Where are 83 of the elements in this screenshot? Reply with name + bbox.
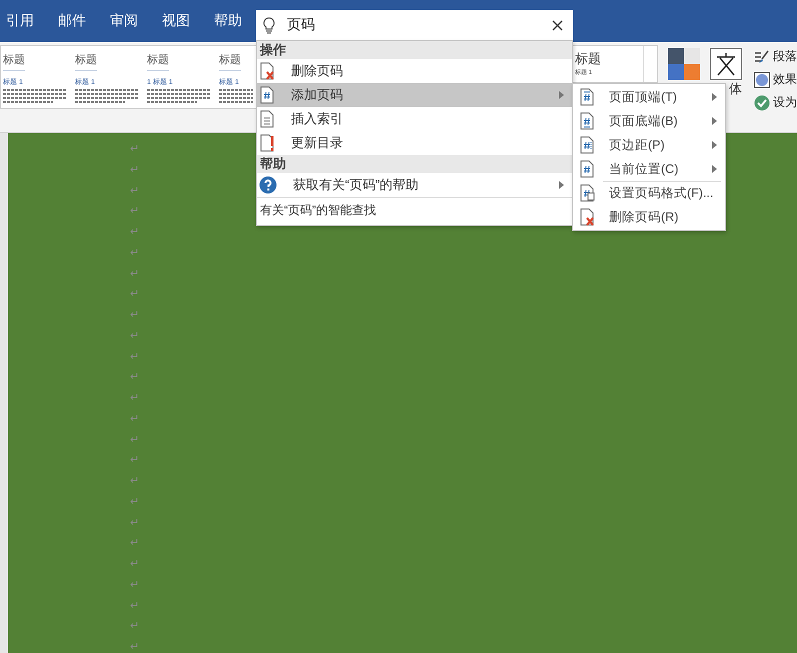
close-button[interactable] — [552, 20, 563, 30]
text-lines-drawing — [75, 89, 139, 103]
ribbon-tab[interactable]: 引用 — [6, 12, 34, 30]
paragraph-mark: ↵ — [130, 432, 139, 448]
menu-item[interactable]: 删除页码(R) — [573, 205, 725, 229]
paragraph-mark: ↵ — [130, 266, 139, 282]
page-format-icon — [579, 184, 595, 202]
style-title: 标题 — [575, 50, 601, 68]
document-icon — [259, 110, 275, 128]
paragraph-mark: ↵ — [130, 598, 139, 614]
ribbon-tab[interactable]: 帮助 — [214, 12, 242, 30]
menu-item[interactable]: 页面底端(B) — [573, 109, 725, 133]
ribbon-tab[interactable]: 邮件 — [58, 12, 86, 30]
page-number-icon — [579, 88, 595, 106]
menu-item[interactable]: 更新目录 — [257, 131, 572, 155]
ribbon-button[interactable]: 效果 — [754, 71, 797, 88]
paragraph-mark: ↵ — [130, 578, 139, 593]
paragraph-mark: ↵ — [130, 184, 139, 198]
paragraph-mark: ↵ — [130, 204, 139, 220]
menu-item[interactable]: 删除页码 — [257, 59, 572, 83]
close-icon — [552, 20, 563, 30]
page-delete-icon — [579, 208, 595, 226]
paragraph-mark: ↵ — [130, 619, 139, 634]
page-delete-icon — [259, 62, 275, 80]
menu-item[interactable]: 添加页码 — [257, 83, 572, 107]
section-header: 操作 — [257, 41, 572, 59]
paragraph-mark: ↵ — [130, 370, 139, 386]
page-number-icon — [579, 112, 595, 130]
menu-item[interactable]: 当前位置(C) — [573, 157, 725, 181]
page-number-icon — [259, 86, 275, 104]
style-title: 标题 — [147, 52, 169, 71]
page-alert-icon — [259, 134, 275, 152]
submenu-arrow-icon — [712, 165, 717, 173]
text-lines-drawing — [219, 89, 253, 103]
check-icon — [754, 94, 770, 110]
color-theme-icon[interactable] — [668, 48, 700, 80]
font-label: 体 — [729, 80, 742, 98]
ribbon-tab[interactable]: 审阅 — [110, 12, 138, 30]
paragraph-mark: ↵ — [130, 350, 139, 364]
submenu-arrow-icon — [712, 93, 717, 101]
paint-brush-icon — [754, 50, 770, 64]
paragraph-mark: ↵ — [130, 308, 139, 323]
ribbon-button[interactable]: 段落 — [754, 48, 797, 65]
paragraph-mark: ↵ — [130, 287, 139, 302]
paragraph-mark: ↵ — [130, 246, 139, 261]
paragraph-mark: ↵ — [130, 640, 139, 653]
text-lines-drawing — [3, 89, 67, 103]
smart-lookup-link[interactable]: 有关“页码”的智能查找 — [257, 197, 572, 225]
paragraph-mark: ↵ — [130, 536, 139, 552]
style-title: 标题 — [75, 52, 97, 71]
paragraph-mark: ↵ — [130, 142, 139, 157]
submenu-arrow-icon — [559, 181, 564, 189]
ribbon-button[interactable]: 设为 — [754, 94, 797, 111]
paragraph-mark: ↵ — [130, 516, 139, 530]
menu-item[interactable]: 获取有关“页码”的帮助 — [257, 173, 572, 197]
menu-item[interactable]: 插入索引 — [257, 107, 572, 131]
page-number-icon — [579, 160, 595, 178]
page-number-icon — [579, 136, 595, 154]
paragraph-mark: ↵ — [130, 328, 139, 344]
font-icon[interactable] — [710, 48, 742, 80]
paragraph-mark: ↵ — [130, 474, 139, 489]
submenu-arrow-icon — [712, 117, 717, 125]
paragraph-mark: ↵ — [130, 162, 139, 178]
search-field[interactable]: 页码 — [287, 17, 540, 33]
text-lines-drawing — [147, 89, 211, 103]
menu-item[interactable]: 页边距(P) — [573, 133, 725, 157]
menu-item[interactable]: 页面顶端(T) — [573, 85, 725, 109]
lightbulb-icon — [263, 16, 275, 34]
circle-icon — [754, 72, 770, 88]
submenu-arrow-icon — [559, 91, 564, 99]
paragraph-mark: ↵ — [130, 225, 139, 240]
style-title: 标题 — [3, 52, 25, 71]
paragraph-mark: ↵ — [130, 412, 139, 427]
paragraph-mark: ↵ — [130, 557, 139, 572]
paragraph-mark: ↵ — [130, 453, 139, 468]
paragraph-mark: ↵ — [130, 391, 139, 406]
help-icon — [259, 176, 277, 194]
section-header: 帮助 — [257, 155, 572, 173]
search-box[interactable]: 页码 — [256, 10, 573, 40]
submenu-arrow-icon — [712, 141, 717, 149]
style-title: 标题 — [219, 52, 241, 71]
ribbon-tab[interactable]: 视图 — [162, 12, 190, 30]
paragraph-mark: ↵ — [130, 494, 139, 510]
